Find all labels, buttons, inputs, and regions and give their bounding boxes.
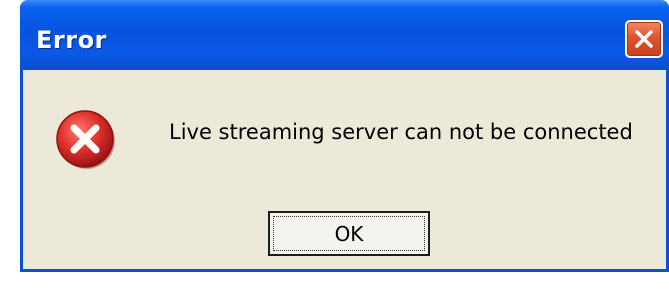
error-message: Live streaming server can not be connect… (169, 120, 633, 144)
window-title: Error (36, 26, 107, 54)
title-bar[interactable]: Error (20, 0, 669, 70)
close-icon (635, 30, 653, 48)
ok-button[interactable]: OK (268, 211, 430, 256)
error-icon (56, 110, 115, 169)
close-button[interactable] (625, 20, 663, 58)
ok-button-label: OK (273, 216, 425, 251)
error-dialog: Error Live streaming server can not be c… (20, 0, 669, 272)
